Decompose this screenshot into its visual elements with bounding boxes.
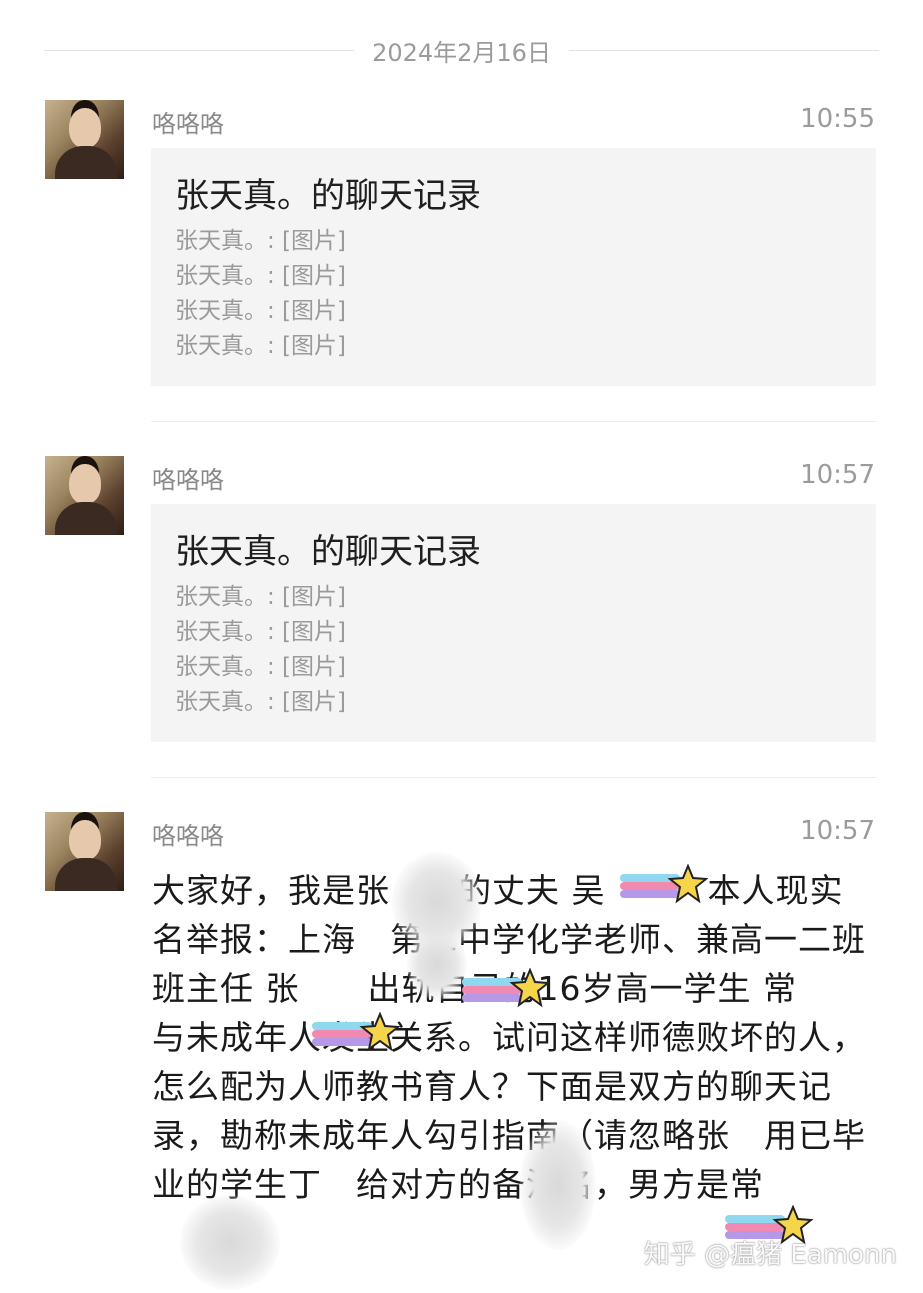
message-divider	[151, 421, 876, 422]
avatar-body	[55, 858, 117, 891]
card-line: 张天真。: [图片]	[175, 689, 347, 715]
message-time: 10:57	[800, 816, 875, 846]
avatar[interactable]	[45, 100, 124, 179]
card-line: 张天真。: [图片]	[175, 619, 347, 645]
card-line: 张天真。: [图片]	[175, 228, 347, 254]
rainbow-star-sticker	[312, 1012, 400, 1052]
card-line: 张天真。: [图片]	[175, 584, 347, 610]
card-preview-lines: 张天真。: [图片] 张天真。: [图片] 张天真。: [图片] 张天真。: […	[175, 580, 346, 720]
sender-name: 咯咯咯	[152, 110, 224, 138]
avatar-face	[69, 108, 101, 148]
date-label: 2024年2月16日	[372, 38, 551, 67]
card-line: 张天真。: [图片]	[175, 654, 347, 680]
card-line: 张天真。: [图片]	[175, 333, 347, 359]
card-line: 张天真。: [图片]	[175, 263, 347, 289]
avatar[interactable]	[45, 812, 124, 891]
chat-history-page: 2024年2月16日 咯咯咯 10:55 张天真。的聊天记录 张天真。: [图片…	[0, 0, 923, 1293]
card-preview-lines: 张天真。: [图片] 张天真。: [图片] 张天真。: [图片] 张天真。: […	[175, 224, 346, 364]
message-text: 大家好，我是张 的丈夫 吴 本人现实名举报：上海 第二中学化学老师、兼高一二班班…	[152, 871, 866, 1204]
avatar[interactable]	[45, 456, 124, 535]
sender-name: 咯咯咯	[152, 822, 224, 850]
sender-name: 咯咯咯	[152, 466, 224, 494]
divider-line	[568, 49, 880, 51]
card-title: 张天真。的聊天记录	[175, 176, 481, 216]
message-time: 10:57	[800, 460, 875, 490]
avatar-body	[55, 502, 117, 535]
avatar-body	[55, 146, 117, 179]
rainbow-star-sticker	[462, 968, 550, 1008]
card-title: 张天真。的聊天记录	[175, 532, 481, 572]
blur-patch	[180, 1195, 280, 1290]
card-line: 张天真。: [图片]	[175, 298, 347, 324]
chat-record-card[interactable]: 张天真。的聊天记录 张天真。: [图片] 张天真。: [图片] 张天真。: [图…	[151, 504, 876, 742]
divider-line	[44, 49, 355, 51]
rainbow-star-sticker	[620, 864, 708, 904]
blur-patch	[407, 930, 467, 1000]
message-divider	[151, 777, 876, 778]
avatar-face	[69, 820, 101, 860]
message-time: 10:55	[800, 104, 875, 134]
watermark: 知乎 @瘟猪 Eamonn	[643, 1240, 897, 1270]
chat-record-card[interactable]: 张天真。的聊天记录 张天真。: [图片] 张天真。: [图片] 张天真。: [图…	[151, 148, 876, 386]
avatar-face	[69, 464, 101, 504]
blur-patch	[520, 1120, 596, 1250]
date-separator: 2024年2月16日	[44, 30, 880, 70]
